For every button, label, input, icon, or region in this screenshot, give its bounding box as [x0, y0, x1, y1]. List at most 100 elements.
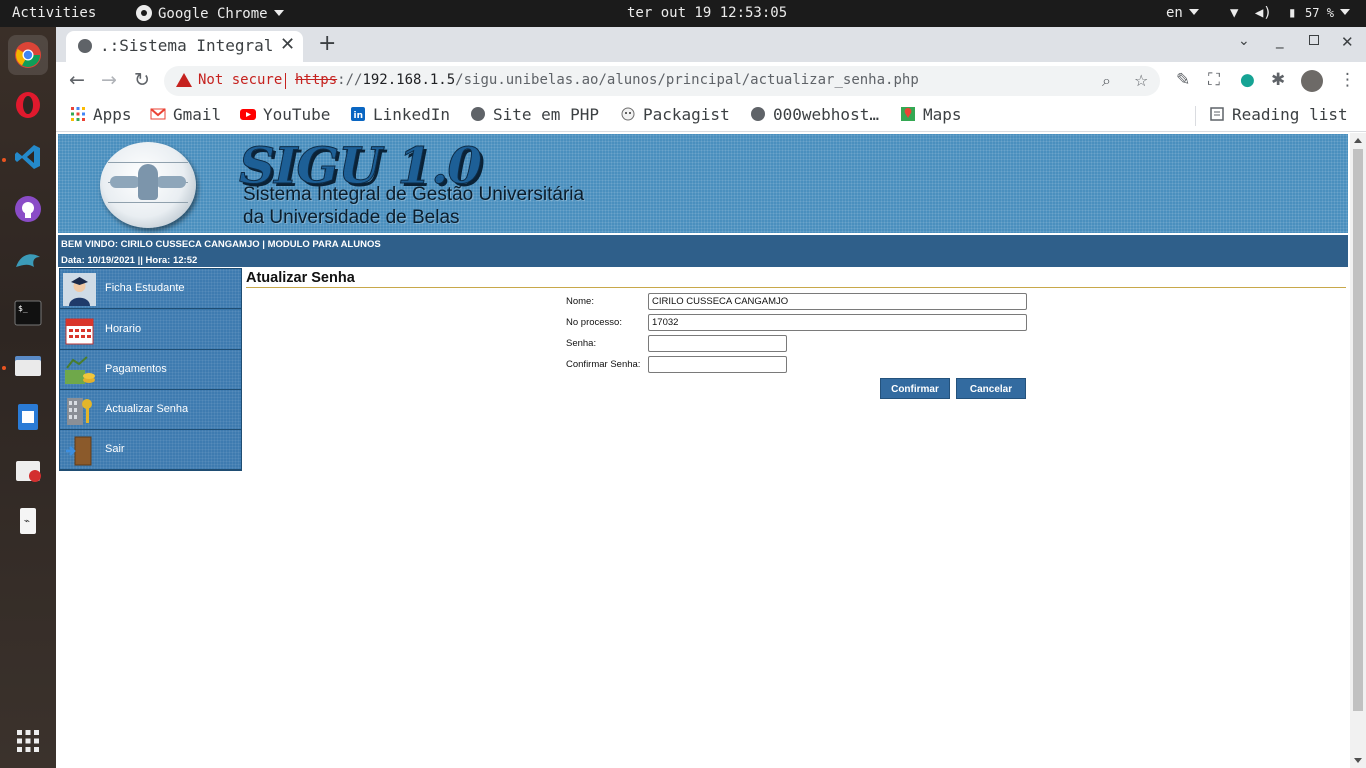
url-text[interactable]: https://192.168.1.5/sigu.unibelas.ao/alu… — [295, 72, 919, 88]
confirm-button[interactable]: Confirmar — [880, 378, 950, 399]
cancel-button[interactable]: Cancelar — [956, 378, 1026, 399]
divider — [285, 73, 286, 89]
close-tab-icon[interactable]: ✕ — [280, 34, 295, 55]
app-menu[interactable]: Google Chrome — [136, 5, 284, 22]
tab-search-icon[interactable]: ⌄ — [1238, 33, 1250, 49]
new-tab-button[interactable]: + — [318, 31, 336, 56]
svg-text:in: in — [354, 111, 364, 121]
menu-item-label: Sair — [105, 443, 125, 455]
forward-arrow-icon[interactable]: → — [101, 69, 117, 91]
menu-item-sair[interactable]: Sair — [60, 430, 241, 470]
dock-vscode[interactable] — [8, 137, 48, 177]
bookmark-linkedin[interactable]: in LinkedIn — [350, 105, 450, 124]
dock-mysql-workbench[interactable] — [8, 241, 48, 281]
menu-item-pagamentos[interactable]: Pagamentos — [60, 350, 241, 390]
close-window-icon[interactable]: ✕ — [1341, 33, 1354, 51]
browser-toolbar: ← → ↻ Not secure https://192.168.1.5/sig… — [56, 62, 1366, 100]
bookmark-packagist[interactable]: Packagist — [620, 105, 730, 124]
url-host: 192.168.1.5 — [362, 72, 456, 88]
dock-usb[interactable]: ⌁ — [8, 501, 48, 541]
more-menu-icon[interactable]: ⋮ — [1339, 70, 1356, 90]
linkedin-icon: in — [351, 107, 365, 121]
globe-line — [108, 202, 188, 203]
volume-icon: ◀) — [1254, 5, 1272, 21]
bookmarks-divider — [1195, 106, 1196, 126]
show-applications-button[interactable] — [8, 721, 48, 761]
chrome-icon — [15, 42, 41, 68]
palette-icon[interactable]: ● — [1240, 70, 1255, 90]
screenshot-icon[interactable]: ⛶ — [1208, 70, 1220, 90]
minimize-icon[interactable]: _ — [1276, 31, 1284, 49]
restore-icon[interactable] — [1309, 35, 1319, 45]
tab-strip: .:Sistema Integral de Gestão Universitár… — [56, 27, 1366, 62]
bookmark-star-icon[interactable]: ☆ — [1134, 71, 1148, 90]
processo-field[interactable]: 17032 — [648, 314, 1027, 331]
nome-label: Nome: — [566, 296, 594, 307]
chrome-icon — [136, 5, 152, 21]
sigu-header-banner: SIGU 1.0 Sistema Integral de Gestão Univ… — [58, 134, 1348, 233]
dock-writer[interactable] — [8, 397, 48, 437]
welcome-bar: BEM VINDO: CIRILO CUSSECA CANGAMJO | MOD… — [58, 235, 1348, 267]
dock-files[interactable] — [8, 345, 48, 385]
apps-grid-icon — [71, 107, 85, 121]
reading-list-icon — [1210, 107, 1224, 121]
document-icon — [18, 404, 38, 430]
dock-chrome[interactable] — [8, 35, 48, 75]
bookmark-apps[interactable]: Apps — [70, 105, 132, 124]
system-tray[interactable]: ▼ ◀) ▮ 57 % — [1230, 5, 1350, 21]
menu-item-horario[interactable]: Horario — [60, 310, 241, 350]
app-menu-label: Google Chrome — [158, 6, 268, 22]
vertical-scrollbar[interactable] — [1350, 133, 1366, 768]
scroll-down-icon[interactable] — [1354, 758, 1362, 763]
university-logo — [100, 142, 196, 228]
globe-line — [108, 162, 188, 163]
scroll-up-icon[interactable] — [1354, 138, 1362, 143]
activities-button[interactable]: Activities — [12, 5, 96, 21]
dock-software[interactable] — [8, 449, 48, 489]
bookmark-label: LinkedIn — [373, 105, 451, 124]
back-arrow-icon[interactable]: ← — [69, 69, 85, 91]
not-secure-label[interactable]: Not secure — [198, 72, 282, 88]
bookmark-gmail[interactable]: Gmail — [150, 105, 221, 124]
calendar-icon — [65, 318, 94, 345]
exit-door-icon — [66, 436, 92, 466]
bookmark-label: Maps — [923, 105, 962, 124]
language-indicator[interactable]: en — [1166, 5, 1199, 21]
bookmark-site-em-php[interactable]: Site em PHP — [470, 105, 599, 124]
bookmark-youtube[interactable]: YouTube — [240, 105, 330, 124]
extensions-icon[interactable]: ✱ — [1271, 70, 1285, 90]
scrollbar-thumb[interactable] — [1353, 149, 1363, 711]
zoom-icon[interactable]: ⌕ — [1102, 71, 1111, 91]
warning-icon — [176, 73, 192, 87]
address-bar[interactable]: Not secure https://192.168.1.5/sigu.unib… — [164, 66, 1160, 96]
confirmar-senha-field[interactable] — [648, 356, 787, 373]
bookmark-maps[interactable]: Maps — [900, 105, 962, 124]
clock[interactable]: ter out 19 12:53:05 — [627, 5, 787, 21]
bookmark-000webhost[interactable]: 000webhost… — [750, 105, 879, 124]
opera-icon — [16, 92, 40, 118]
page-title: Atualizar Senha — [246, 270, 355, 286]
nome-field[interactable]: CIRILO CUSSECA CANGAMJO — [648, 293, 1027, 310]
browser-tab[interactable]: .:Sistema Integral de Gestão Universitár… — [66, 31, 303, 62]
dock-terminal[interactable]: $_ — [8, 293, 48, 333]
bookmarks-bar: Apps Gmail YouTube in LinkedIn Site em PH… — [56, 100, 1366, 132]
maps-icon — [901, 107, 915, 121]
folder-icon — [15, 356, 41, 376]
reading-list-button[interactable]: Reading list — [1209, 105, 1348, 124]
reload-icon[interactable]: ↻ — [134, 69, 150, 91]
menu-item-ficha-estudante[interactable]: Ficha Estudante — [60, 269, 241, 309]
profile-avatar[interactable] — [1301, 70, 1323, 92]
dock-opera[interactable] — [8, 85, 48, 125]
dolphin-icon — [16, 254, 40, 267]
app-subtitle: Sistema Integral de Gestão Universitária — [243, 184, 585, 205]
eyedropper-icon[interactable]: ✎ — [1176, 70, 1190, 90]
dock-github[interactable] — [8, 189, 48, 229]
menu-item-actualizar-senha[interactable]: Actualizar Senha — [60, 390, 241, 430]
reading-list-label: Reading list — [1232, 105, 1348, 124]
terminal-icon: $_ — [14, 300, 42, 326]
wifi-icon: ▼ — [1230, 5, 1239, 21]
running-indicator — [2, 366, 6, 370]
senha-field[interactable] — [648, 335, 787, 352]
github-icon — [15, 196, 41, 222]
dock: $_ ⌁ — [0, 27, 56, 768]
